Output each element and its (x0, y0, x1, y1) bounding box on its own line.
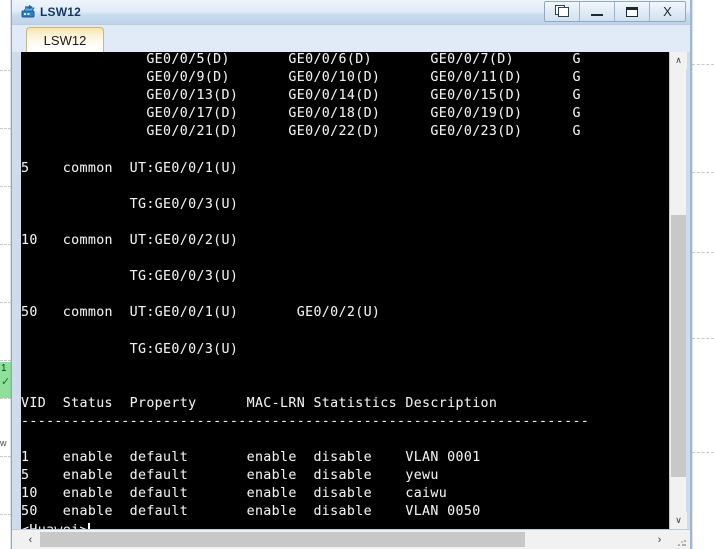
switch-icon (20, 4, 36, 20)
minimize-button[interactable] (580, 2, 615, 21)
background-status-badge: 1 ✓ (0, 362, 11, 398)
background-left-strip: 1 ✓ w (0, 40, 11, 549)
restore-icon (554, 5, 570, 18)
terminal-prompt-line: <Huawei> (21, 522, 90, 529)
screen: 1 ✓ w LSW12 X LSW12 GE0/0/5(D) GE0/0/6(D… (0, 0, 714, 549)
minimize-icon (591, 13, 603, 16)
restore-button[interactable] (545, 2, 580, 21)
horizontal-scrollbar-thumb[interactable] (40, 532, 525, 547)
scroll-down-icon[interactable]: ∨ (670, 512, 687, 529)
close-icon: X (663, 4, 672, 19)
background-right-panel (692, 0, 714, 549)
horizontal-scrollbar[interactable]: ‹ › (12, 529, 690, 549)
application-window: LSW12 X LSW12 GE0/0/5(D) GE0/0/6(D) GE0/… (11, 0, 692, 549)
check-icon: ✓ (1, 376, 11, 388)
scroll-left-icon[interactable]: ‹ (22, 531, 39, 548)
terminal-output: GE0/0/5(D) GE0/0/6(D) GE0/0/7(D) G GE0/0… (21, 52, 590, 520)
tab-bar: LSW12 (12, 24, 690, 53)
vertical-scrollbar[interactable]: ∧ ∨ (669, 52, 687, 529)
tab-label: LSW12 (43, 33, 87, 48)
terminal-console[interactable]: GE0/0/5(D) GE0/0/6(D) GE0/0/7(D) G GE0/0… (21, 52, 669, 529)
background-badge-label: 1 (1, 363, 7, 374)
maximize-icon (626, 6, 638, 17)
background-mini-text: w (0, 438, 7, 448)
maximize-button[interactable] (615, 2, 650, 21)
tab-lsw12[interactable]: LSW12 (26, 27, 104, 53)
scroll-up-icon[interactable]: ∧ (670, 52, 687, 69)
terminal-area: GE0/0/5(D) GE0/0/6(D) GE0/0/7(D) G GE0/0… (12, 52, 690, 529)
resize-grip[interactable] (677, 537, 687, 547)
window-title: LSW12 (40, 5, 82, 19)
vertical-scrollbar-thumb[interactable] (671, 215, 686, 477)
window-controls: X (544, 1, 686, 22)
scroll-right-icon[interactable]: › (651, 531, 668, 548)
close-button[interactable]: X (650, 2, 685, 21)
title-bar: LSW12 X (12, 0, 690, 24)
